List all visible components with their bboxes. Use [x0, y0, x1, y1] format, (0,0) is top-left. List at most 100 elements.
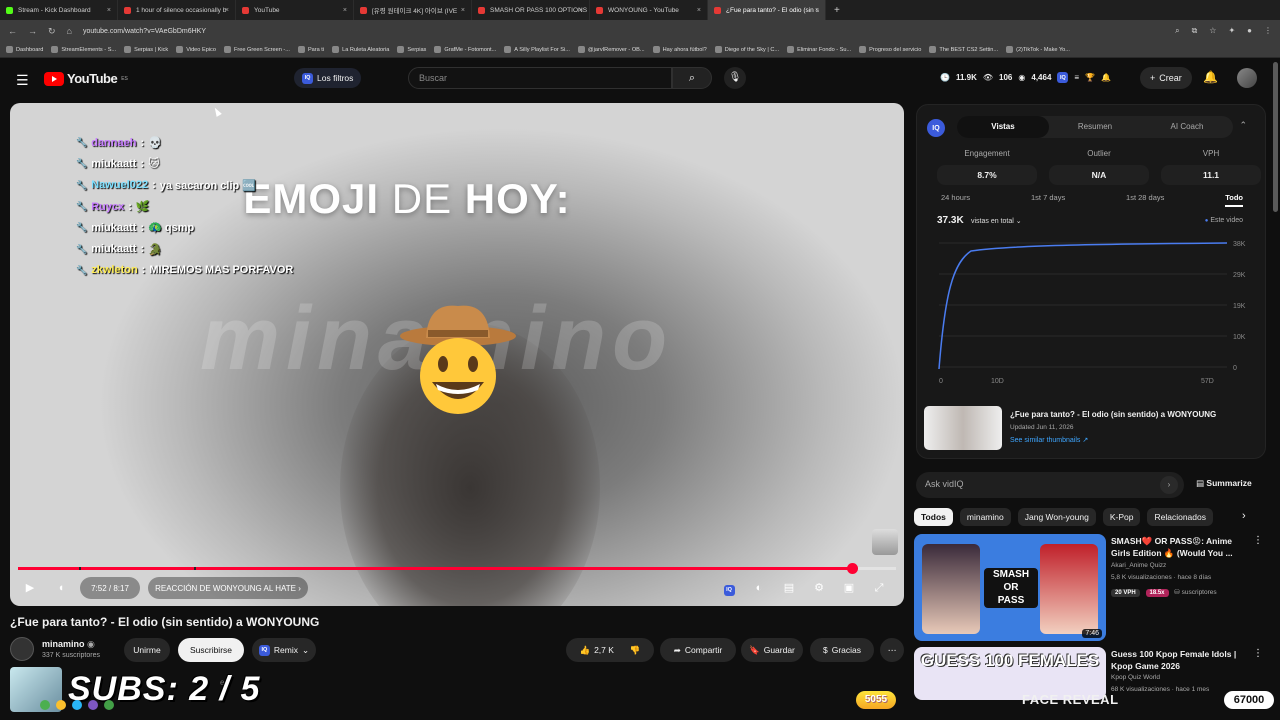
bookmark-item[interactable]: Serpias [397, 46, 426, 53]
page-scrollbar[interactable] [1273, 62, 1278, 212]
bookmark-item[interactable]: A Silly Playlist For Si... [504, 46, 570, 53]
recommendation-title[interactable]: Guess 100 Kpop Female Idols | Kpop Game … [1111, 648, 1251, 672]
like-count[interactable]: 2,7 K [594, 645, 614, 655]
create-button[interactable]: + Crear [1140, 67, 1192, 89]
summarize-button[interactable]: ▤ Summarize [1196, 478, 1252, 489]
filter-chip[interactable]: Todos [914, 508, 953, 526]
search-input[interactable]: Buscar [408, 67, 672, 89]
range-tab[interactable]: 1st 28 days [1126, 193, 1164, 207]
remix-button[interactable]: IQ Remix ⌄ [252, 638, 316, 662]
send-icon[interactable]: › [1160, 476, 1178, 494]
bookmark-item[interactable]: Eliminar Fondo - Su... [787, 46, 851, 53]
browser-tab[interactable]: 1 hour of silence occasionally b × [118, 0, 236, 20]
close-tab-icon[interactable]: × [107, 7, 111, 14]
close-tab-icon[interactable]: × [343, 7, 347, 14]
bookmark-item[interactable]: Para ti [297, 46, 324, 53]
recommendation-menu-icon[interactable]: ⋮ [1253, 535, 1263, 546]
close-tab-icon[interactable]: × [697, 7, 701, 14]
chat-username[interactable]: Ruycx [91, 201, 124, 213]
bookmark-item[interactable]: La Ruleta Aleatoria [332, 46, 389, 53]
range-tab[interactable]: Todo [1225, 193, 1243, 207]
filter-chip[interactable]: Relacionados [1147, 508, 1213, 526]
notifications-icon[interactable]: 🔔 [1203, 70, 1218, 84]
settings-icon[interactable]: ⚙ [809, 578, 829, 598]
vidiq-tab[interactable]: Resumen [1049, 116, 1141, 138]
filters-button[interactable]: IQ Los filtros [294, 68, 362, 88]
close-tab-icon[interactable]: × [579, 7, 583, 14]
browser-tab[interactable]: WONYOUNG - YouTube × [590, 0, 708, 20]
bookmark-item[interactable]: Dashboard [6, 46, 43, 53]
new-tab-icon[interactable]: + [826, 5, 848, 16]
bookmark-item[interactable]: StreamElements - S... [51, 46, 116, 53]
bookmark-item[interactable]: Progreso del servicio [859, 46, 921, 53]
related-title[interactable]: ¿Fue para tanto? - El odio (sin sentido)… [1010, 410, 1250, 419]
taskbar-app-icon[interactable] [88, 700, 98, 710]
bookmark-item[interactable]: Video Epico [176, 46, 216, 53]
taskbar-app-icon[interactable] [56, 700, 66, 710]
recommendation-channel[interactable]: Akari_Anime Quizz [1111, 562, 1166, 569]
bookmark-item[interactable]: @jarvIRemover - OB... [577, 46, 645, 53]
subscribe-button[interactable]: Suscribirse [178, 638, 244, 662]
notification-small-icon[interactable]: 🔔 [1101, 73, 1111, 82]
voice-search-button[interactable]: 🎙 [724, 67, 746, 89]
recommendation-title[interactable]: SMASH❤️ OR PASS😡: Anime Girls Edition 🔥 … [1111, 535, 1251, 559]
chips-next-icon[interactable]: › [1242, 510, 1246, 522]
taskbar-app-icon[interactable] [72, 700, 82, 710]
chat-username[interactable]: dannaeh [91, 137, 136, 149]
search-button[interactable]: ⌕ [672, 67, 712, 89]
chapter-button[interactable]: REACCIÓN DE WONYOUNG AL HATE › [148, 577, 308, 599]
bookmark-item[interactable]: (2)TikTok - Make Yo... [1006, 46, 1070, 53]
taskbar-app-icon[interactable] [40, 700, 50, 710]
youtube-logo[interactable]: YouTube ES [44, 71, 128, 86]
browser-tab[interactable]: SMASH OR PASS 100 OPTIONS × [472, 0, 590, 20]
vidiq-tab[interactable]: Vistas [957, 116, 1049, 138]
play-button[interactable]: ▶ [20, 578, 40, 598]
reload-icon[interactable]: ↻ [48, 26, 56, 37]
browser-tab[interactable]: [유령 원테이크 4K] 아이브 (IVE × [354, 0, 472, 20]
dislike-icon[interactable]: 👎 [630, 645, 641, 656]
views-selector[interactable]: vistas en total ⌄ [971, 217, 1022, 225]
chat-username[interactable]: miukaatt [91, 243, 136, 255]
list-icon[interactable]: ≡ [1074, 73, 1079, 82]
range-tab[interactable]: 1st 7 days [1031, 193, 1065, 207]
menu-icon[interactable]: ⋮ [1264, 26, 1272, 36]
chat-username[interactable]: Nawuel022 [91, 179, 148, 191]
trophy-icon[interactable]: 🏆 [1085, 73, 1095, 82]
channel-name[interactable]: minamino ◉ [42, 639, 95, 650]
like-icon[interactable]: 👍 [579, 645, 590, 656]
zoom-icon[interactable]: ⌕ [1175, 26, 1179, 36]
chat-username[interactable]: miukaatt [91, 222, 136, 234]
vidiq-player-icon[interactable]: IQ [719, 578, 739, 598]
user-avatar[interactable] [1237, 68, 1257, 88]
miniplayer-icon[interactable]: ▣ [839, 578, 859, 598]
chat-username[interactable]: zkwleton [91, 264, 137, 276]
bookmark-item[interactable]: Diege of the Sky | C... [714, 46, 779, 53]
progress-handle[interactable] [847, 563, 859, 574]
browser-tab[interactable]: Stream - Kick Dashboard × [0, 0, 118, 20]
vidiq-stats-icon[interactable]: IQ [1057, 72, 1069, 83]
close-tab-icon[interactable]: × [461, 7, 465, 14]
recommendation-thumbnail[interactable]: SMASH OR PASS 7:46 [914, 534, 1106, 641]
recommendation-menu-icon[interactable]: ⋮ [1253, 648, 1263, 659]
filter-chip[interactable]: Jang Won-young [1017, 508, 1096, 526]
chat-username[interactable]: miukaatt [91, 158, 136, 170]
collapse-icon[interactable]: ⌃ [1239, 120, 1247, 131]
forward-icon[interactable]: → [28, 26, 37, 36]
save-button[interactable]: 🔖 Guardar [741, 638, 803, 662]
range-tab[interactable]: 24 hours [941, 193, 970, 207]
browser-tab[interactable]: YouTube × [236, 0, 354, 20]
fullscreen-icon[interactable]: ⤢ [869, 578, 889, 598]
progress-bar[interactable] [18, 563, 896, 574]
back-icon[interactable]: ← [8, 26, 17, 36]
bookmark-item[interactable]: Serpias | Kick [124, 46, 168, 53]
volume-icon[interactable]: ◖ [51, 578, 71, 598]
similar-thumbnails-link[interactable]: See similar thumbnails ↗ [1010, 436, 1088, 444]
filter-chip[interactable]: K-Pop [1102, 508, 1141, 526]
channel-avatar[interactable] [10, 637, 34, 661]
subtitles-icon[interactable]: ▤ [779, 578, 799, 598]
profile-icon[interactable]: ● [1247, 26, 1252, 36]
hamburger-menu-icon[interactable]: ☰ [16, 72, 29, 89]
bookmark-item[interactable]: Hay ahora fútbol? [652, 46, 707, 53]
taskbar-app-icon[interactable] [104, 700, 114, 710]
url-field[interactable]: youtube.com/watch?v=VAeGbDm6HKY [83, 28, 206, 35]
